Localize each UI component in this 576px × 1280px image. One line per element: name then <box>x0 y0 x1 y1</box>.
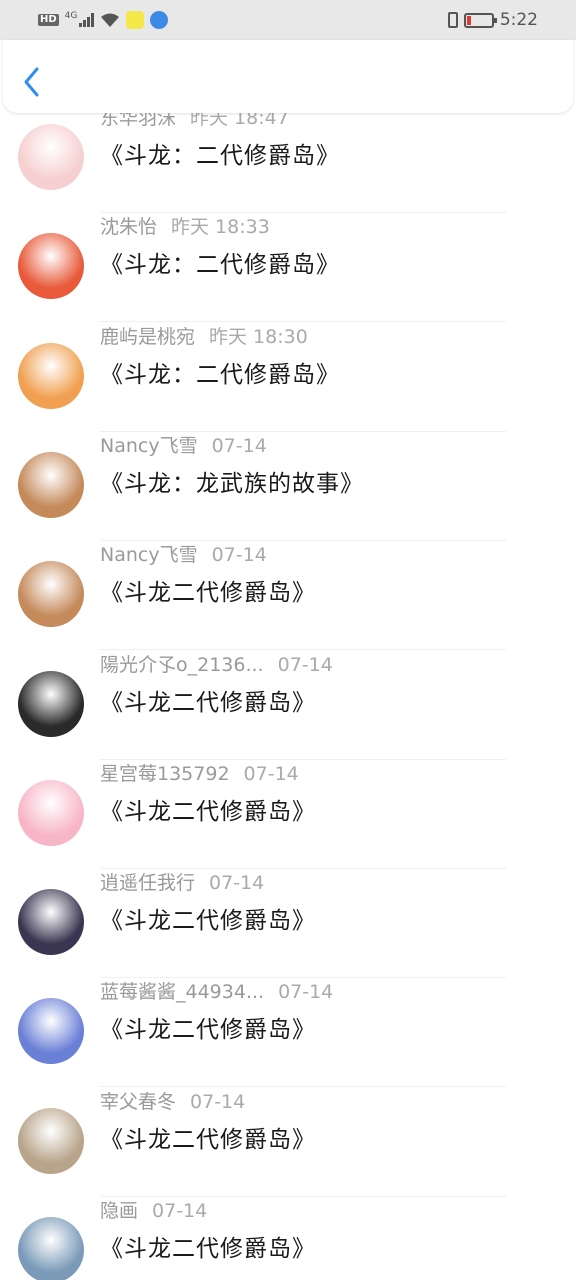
comment-item[interactable]: 隐画 07-14 《斗龙二代修爵岛》 <box>0 1197 576 1280</box>
comment-date: 07-14 <box>190 1090 246 1113</box>
comment-meta: 鹿屿是桃宛 昨天 18:30 <box>100 322 308 349</box>
comment-date: 昨天 18:33 <box>171 216 270 239</box>
comment-item[interactable]: 宰父春冬 07-14 《斗龙二代修爵岛》 <box>0 1088 576 1197</box>
author-name[interactable]: Nancy飞雪 <box>100 544 198 566</box>
author-name[interactable]: 星宫莓135792 <box>100 763 230 785</box>
comment-meta: Nancy飞雪 07-14 <box>100 540 267 567</box>
author-name[interactable]: 东华羽沫 <box>100 113 176 129</box>
comment-text: 《斗龙二代修爵岛》 <box>100 580 316 607</box>
comment-text: 《斗龙：二代修爵岛》 <box>100 252 340 279</box>
comment-date: 07-14 <box>209 872 265 895</box>
comment-date: 07-14 <box>243 762 299 785</box>
comment-item[interactable]: 陽光介孓o_2136... 07-14 《斗龙二代修爵岛》 <box>0 651 576 760</box>
comment-meta: 宰父春冬 07-14 <box>100 1087 245 1114</box>
author-name[interactable]: 鹿屿是桃宛 <box>100 326 195 348</box>
comment-date: 昨天 18:47 <box>190 113 289 129</box>
comment-date: 07-14 <box>211 434 267 457</box>
avatar[interactable] <box>18 451 84 518</box>
comment-meta: Nancy飞雪 07-14 <box>100 431 267 458</box>
comment-text: 《斗龙：二代修爵岛》 <box>100 361 340 388</box>
avatar[interactable] <box>18 1217 84 1280</box>
comment-item[interactable]: Nancy飞雪 07-14 《斗龙二代修爵岛》 <box>0 540 576 651</box>
author-name[interactable]: 陽光介孓o_2136... <box>100 654 264 676</box>
comment-text: 《斗龙：龙武族的故事》 <box>100 470 364 497</box>
comment-date: 昨天 18:30 <box>209 325 308 348</box>
comment-text: 《斗龙二代修爵岛》 <box>100 689 316 716</box>
avatar[interactable] <box>18 342 84 409</box>
comment-text: 《斗龙二代修爵岛》 <box>100 1126 316 1153</box>
avatar[interactable] <box>18 779 84 846</box>
author-name[interactable]: 逍遥任我行 <box>100 872 195 894</box>
comment-meta: 星宫莓135792 07-14 <box>100 759 299 786</box>
top-nav-bar <box>3 40 573 113</box>
comment-text: 《斗龙二代修爵岛》 <box>100 1236 316 1262</box>
signal-icon <box>79 13 95 27</box>
clock: 5:22 <box>499 10 538 30</box>
comment-date: 07-14 <box>278 981 334 1004</box>
notification-browser-icon <box>150 11 169 29</box>
comment-text: 《斗龙二代修爵岛》 <box>100 1017 316 1044</box>
status-bar: HD 4G 5:22 <box>0 0 576 40</box>
comment-meta: 东华羽沫 昨天 18:47 <box>100 113 289 130</box>
comment-item[interactable]: 蓝莓酱酱_44934... 07-14 《斗龙二代修爵岛》 <box>0 977 576 1088</box>
avatar[interactable] <box>18 998 84 1065</box>
avatar[interactable] <box>18 1107 84 1174</box>
avatar[interactable] <box>18 124 84 190</box>
comment-meta: 陽光介孓o_2136... 07-14 <box>100 650 333 677</box>
author-name[interactable]: 宰父春冬 <box>100 1091 176 1113</box>
comment-meta: 逍遥任我行 07-14 <box>100 868 264 895</box>
wifi-icon <box>101 13 120 27</box>
chevron-left-icon[interactable] <box>21 66 45 98</box>
comment-date: 07-14 <box>277 653 333 676</box>
comment-item[interactable]: 星宫莓135792 07-14 《斗龙二代修爵岛》 <box>0 760 576 869</box>
author-name[interactable]: 隐画 <box>100 1200 138 1222</box>
comment-item[interactable]: Nancy飞雪 07-14 《斗龙：龙武族的故事》 <box>0 432 576 541</box>
comment-text: 《斗龙二代修爵岛》 <box>100 798 316 825</box>
comment-item[interactable]: 逍遥任我行 07-14 《斗龙二代修爵岛》 <box>0 868 576 979</box>
status-right: 5:22 <box>447 10 538 30</box>
comment-item[interactable]: 沈朱怡 昨天 18:33 《斗龙：二代修爵岛》 <box>0 212 576 323</box>
notification-app-icon <box>126 11 145 29</box>
avatar[interactable] <box>18 561 84 628</box>
avatar[interactable] <box>18 889 84 956</box>
comment-date: 07-14 <box>152 1200 208 1222</box>
avatar[interactable] <box>18 233 84 300</box>
comment-meta: 沈朱怡 昨天 18:33 <box>100 212 270 239</box>
vibrate-icon <box>447 12 458 28</box>
network-type-label: 4G <box>64 11 78 21</box>
avatar[interactable] <box>18 670 84 737</box>
comment-item[interactable]: 东华羽沫 昨天 18:47 《斗龙：二代修爵岛》 <box>0 113 576 213</box>
comment-meta: 蓝莓酱酱_44934... 07-14 <box>100 977 333 1004</box>
battery-icon <box>463 12 497 28</box>
author-name[interactable]: Nancy飞雪 <box>100 435 198 457</box>
comment-list: 东华羽沫 昨天 18:47 《斗龙：二代修爵岛》 沈朱怡 昨天 18:33 《斗龙：二代修… <box>0 113 576 1280</box>
hd-badge: HD <box>38 14 59 26</box>
comment-meta: 隐画 07-14 <box>100 1196 207 1223</box>
comment-text: 《斗龙：二代修爵岛》 <box>100 143 340 169</box>
author-name[interactable]: 沈朱怡 <box>100 216 157 238</box>
author-name[interactable]: 蓝莓酱酱_44934... <box>100 981 264 1003</box>
comment-text: 《斗龙二代修爵岛》 <box>100 908 316 935</box>
status-left: HD 4G <box>38 11 169 29</box>
comment-date: 07-14 <box>211 544 267 567</box>
comment-item[interactable]: 鹿屿是桃宛 昨天 18:30 《斗龙：二代修爵岛》 <box>0 323 576 432</box>
